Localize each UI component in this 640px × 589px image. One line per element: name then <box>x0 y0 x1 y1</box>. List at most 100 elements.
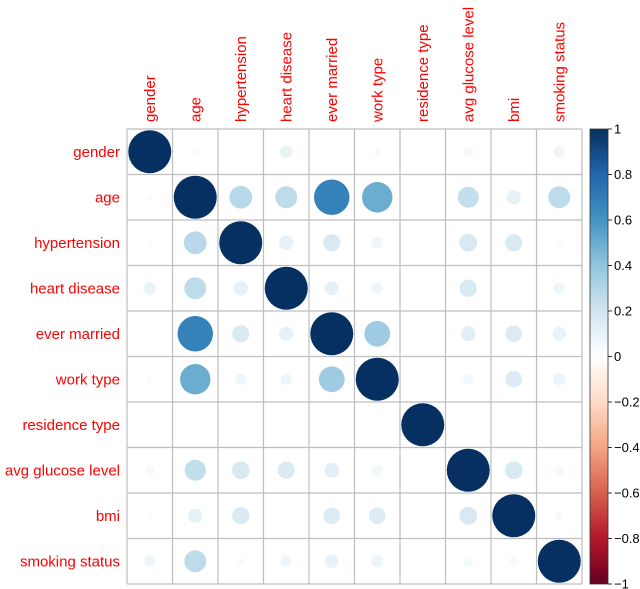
corr-circle-4-5 <box>364 320 391 347</box>
colorbar-tick-label: −0.4 <box>614 440 640 455</box>
corr-circle-8-0 <box>146 512 153 519</box>
corr-circle-2-4 <box>323 234 341 252</box>
corr-circle-5-5 <box>355 357 399 401</box>
corr-circle-7-9 <box>554 465 565 476</box>
corr-circle-4-8 <box>505 325 523 343</box>
corr-circle-4-0 <box>147 331 152 336</box>
corr-circle-8-1 <box>188 508 203 523</box>
corr-circle-3-2 <box>233 281 248 296</box>
corr-circle-3-8 <box>511 286 516 291</box>
correlation-plot: gender age hypertension heart disease ever m… <box>5 7 640 589</box>
corr-circle-7-3 <box>277 461 295 479</box>
corr-circle-2-1 <box>183 231 207 255</box>
corr-circle-5-0 <box>146 375 154 383</box>
column-label: residence type <box>415 24 432 122</box>
corr-circle-9-2 <box>237 557 245 565</box>
corr-circle-1-5 <box>362 182 393 213</box>
column-label: work type <box>369 58 386 123</box>
column-labels: gender age hypertension heart disease ever m… <box>142 7 569 123</box>
row-label: age <box>95 189 120 206</box>
corr-circle-1-7 <box>457 186 479 208</box>
column-label: gender <box>142 75 159 122</box>
column-label: smoking status <box>551 22 568 122</box>
corr-circle-1-1 <box>173 175 217 219</box>
colorbar-tick-label: 0.2 <box>614 304 632 319</box>
corr-circle-8-4 <box>323 507 341 525</box>
row-label: bmi <box>96 508 120 525</box>
corr-circle-7-5 <box>371 464 383 476</box>
corr-circle-0-5 <box>373 148 381 156</box>
column-label: ever married <box>324 38 341 122</box>
column-label: avg glucose level <box>460 7 477 122</box>
corr-circle-5-8 <box>505 370 523 388</box>
corr-circle-2-7 <box>459 233 478 252</box>
corr-circle-2-3 <box>279 235 294 250</box>
corr-circle-8-8 <box>492 494 536 538</box>
corr-circle-6-4 <box>329 422 334 427</box>
corr-circle-2-2 <box>219 221 263 265</box>
colorbar-tick-label: 0 <box>614 349 621 364</box>
corr-circle-0-4 <box>329 149 334 154</box>
corr-circle-3-7 <box>459 279 477 297</box>
corr-circle-4-9 <box>552 326 567 341</box>
corr-circle-8-7 <box>459 506 478 525</box>
row-label: smoking status <box>20 553 120 570</box>
corr-circle-3-5 <box>371 282 383 294</box>
corr-circle-9-3 <box>280 555 292 567</box>
column-label: bmi <box>506 98 523 122</box>
corr-circle-2-0 <box>146 239 153 246</box>
corr-circle-9-5 <box>371 555 384 568</box>
corr-circle-9-7 <box>463 556 474 567</box>
corr-circle-0-2 <box>237 148 244 155</box>
row-label: gender <box>73 144 120 161</box>
row-label: hypertension <box>34 235 120 252</box>
row-label: ever married <box>36 326 120 343</box>
corr-circle-1-0 <box>146 193 154 201</box>
corr-circle-9-8 <box>509 556 519 566</box>
corr-circle-9-9 <box>537 539 581 583</box>
colorbar-ticks: 1 0.8 0.6 0.4 0.2 0 −0.2 −0.4 −0.6 −0.8 −1 <box>608 122 640 589</box>
colorbar-tick-label: 0.8 <box>614 167 632 182</box>
corr-circle-8-2 <box>232 507 250 525</box>
corr-circle-5-4 <box>318 366 345 393</box>
corr-circle-0-7 <box>463 146 474 157</box>
corr-circle-8-5 <box>368 507 386 525</box>
corr-circle-1-6 <box>420 195 425 200</box>
corr-circle-7-1 <box>184 459 206 481</box>
colorbar-tick-label: −1 <box>614 577 629 589</box>
corr-circle-3-3 <box>264 266 308 310</box>
corr-circle-3-9 <box>553 282 565 294</box>
corr-circle-6-5 <box>375 422 380 427</box>
corr-circle-4-4 <box>310 312 354 356</box>
corr-circle-9-4 <box>324 554 339 569</box>
corr-circle-1-3 <box>275 186 298 209</box>
corr-circle-4-7 <box>460 326 476 342</box>
column-label: hypertension <box>233 36 250 122</box>
corr-circle-0-0 <box>128 130 172 174</box>
corr-circle-3-0 <box>143 281 157 295</box>
corr-circle-7-0 <box>144 465 155 476</box>
corr-circle-5-9 <box>553 373 566 386</box>
row-label: avg glucose level <box>5 462 120 479</box>
corr-circle-5-6 <box>420 377 425 382</box>
colorbar-tick-label: −0.8 <box>614 531 640 546</box>
corr-circle-4-3 <box>279 326 294 341</box>
corr-circle-4-1 <box>177 316 213 352</box>
corr-circle-0-3 <box>279 145 293 159</box>
corr-circle-9-1 <box>184 550 207 573</box>
corr-circle-1-8 <box>506 190 521 205</box>
colorbar <box>589 128 609 585</box>
colorbar-tick-label: 1 <box>614 122 621 137</box>
corr-circle-2-8 <box>505 234 523 252</box>
corr-circle-4-6 <box>420 331 425 336</box>
corr-circle-3-4 <box>324 281 339 296</box>
row-labels: gender age hypertension heart disease ever m… <box>5 144 120 571</box>
corr-circle-2-5 <box>371 237 383 249</box>
corr-circle-1-2 <box>229 185 253 209</box>
corr-circle-5-2 <box>235 373 247 385</box>
column-label: age <box>187 97 204 122</box>
corr-circle-5-7 <box>462 373 474 385</box>
corr-circle-7-2 <box>231 461 250 480</box>
corr-circle-6-6 <box>401 403 445 447</box>
colorbar-tick-label: 0.6 <box>614 213 632 228</box>
